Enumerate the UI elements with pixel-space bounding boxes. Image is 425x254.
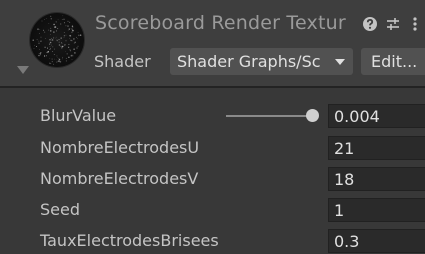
- property-label: Seed: [40, 200, 80, 219]
- material-preview-sphere: [30, 13, 84, 67]
- shader-dropdown[interactable]: Shader Graphs/Sc: [170, 48, 353, 75]
- nombreelectrodesu-field[interactable]: 21: [328, 136, 425, 160]
- material-title: Scoreboard Render Textur: [95, 12, 346, 34]
- property-row-blurvalue: BlurValue 0.004: [0, 104, 425, 130]
- property-row-tauxelectrodesbrisees: TauxElectrodesBrisees 0.3: [0, 229, 425, 254]
- blur-slider-track[interactable]: [226, 115, 316, 117]
- material-inspector: Scoreboard Render Textur Shader Shader G…: [0, 0, 425, 254]
- help-icon[interactable]: [362, 16, 378, 32]
- foldout-arrow-icon[interactable]: [17, 66, 29, 74]
- presets-icon[interactable]: [385, 16, 401, 32]
- edit-shader-button[interactable]: Edit...: [361, 48, 425, 75]
- more-options-icon[interactable]: [410, 16, 420, 32]
- property-row-nombreelectrodesu: NombreElectrodesU 21: [0, 136, 425, 162]
- chevron-down-icon: [335, 59, 345, 65]
- shader-dropdown-value: Shader Graphs/Sc: [177, 52, 321, 71]
- property-label: BlurValue: [40, 106, 117, 125]
- seed-field[interactable]: 1: [328, 198, 425, 222]
- property-label: NombreElectrodesV: [40, 169, 199, 188]
- tauxelectrodesbrisees-field[interactable]: 0.3: [328, 229, 425, 253]
- shader-label: Shader: [94, 52, 151, 71]
- property-label: NombreElectrodesU: [40, 138, 200, 157]
- blur-slider-thumb[interactable]: [306, 109, 319, 122]
- header-divider: [0, 86, 425, 88]
- blur-value-field[interactable]: 0.004: [328, 104, 425, 128]
- nombreelectrodesv-field[interactable]: 18: [328, 167, 425, 191]
- property-row-nombreelectrodesv: NombreElectrodesV 18: [0, 167, 425, 193]
- material-header: Scoreboard Render Textur Shader Shader G…: [0, 0, 425, 86]
- property-label: TauxElectrodesBrisees: [40, 231, 219, 250]
- property-row-seed: Seed 1: [0, 198, 425, 224]
